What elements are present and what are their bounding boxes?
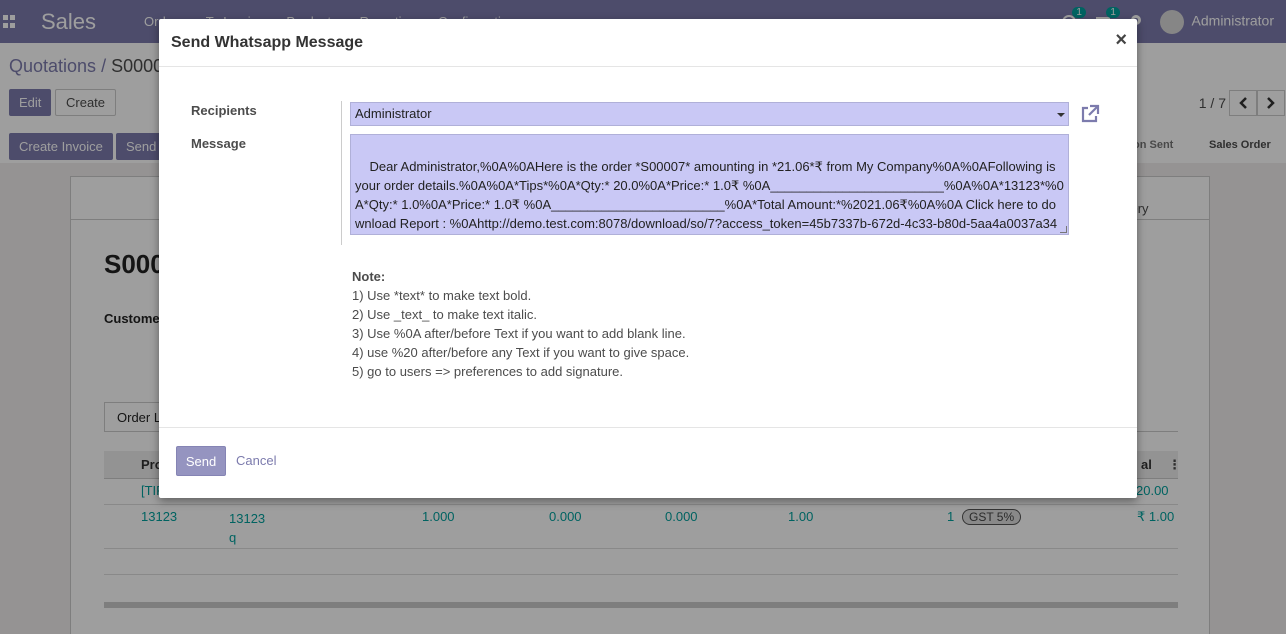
recipients-label: Recipients: [191, 103, 257, 118]
message-text: Dear Administrator,%0A%0AHere is the ord…: [355, 159, 1064, 231]
send-whatsapp-dialog: Send Whatsapp Message × Recipients Messa…: [159, 19, 1137, 498]
modal-title: Send Whatsapp Message: [171, 34, 364, 51]
note-section: Note: 1) Use *text* to make text bold. 2…: [352, 267, 689, 381]
note-line-space: 4) use %20 after/before any Text if you …: [352, 345, 690, 360]
message-label: Message: [191, 136, 246, 151]
caret-down-icon[interactable]: [1057, 113, 1065, 117]
note-line-blank-line: 3) Use %0A after/before Text if you want…: [352, 326, 686, 341]
close-icon[interactable]: ×: [1115, 30, 1127, 50]
modal-header: Send Whatsapp Message ×: [159, 19, 1137, 67]
send-button[interactable]: Send: [176, 446, 226, 476]
note-line-italic: 2) Use _text_ to make text italic.: [352, 307, 537, 322]
note-title: Note:: [352, 269, 386, 284]
recipients-value: Administrator: [355, 106, 432, 121]
modal-footer: Send Cancel: [159, 427, 1137, 498]
resize-handle-icon[interactable]: [1060, 226, 1067, 233]
cancel-button[interactable]: Cancel: [236, 453, 276, 468]
message-textarea[interactable]: Dear Administrator,%0A%0AHere is the ord…: [350, 134, 1069, 235]
recipients-select[interactable]: Administrator: [350, 102, 1069, 126]
note-line-bold: 1) Use *text* to make text bold.: [352, 288, 532, 303]
label-divider: [341, 101, 342, 245]
note-line-signature: 5) go to users => preferences to add sig…: [352, 364, 624, 379]
external-link-icon[interactable]: [1079, 103, 1101, 125]
